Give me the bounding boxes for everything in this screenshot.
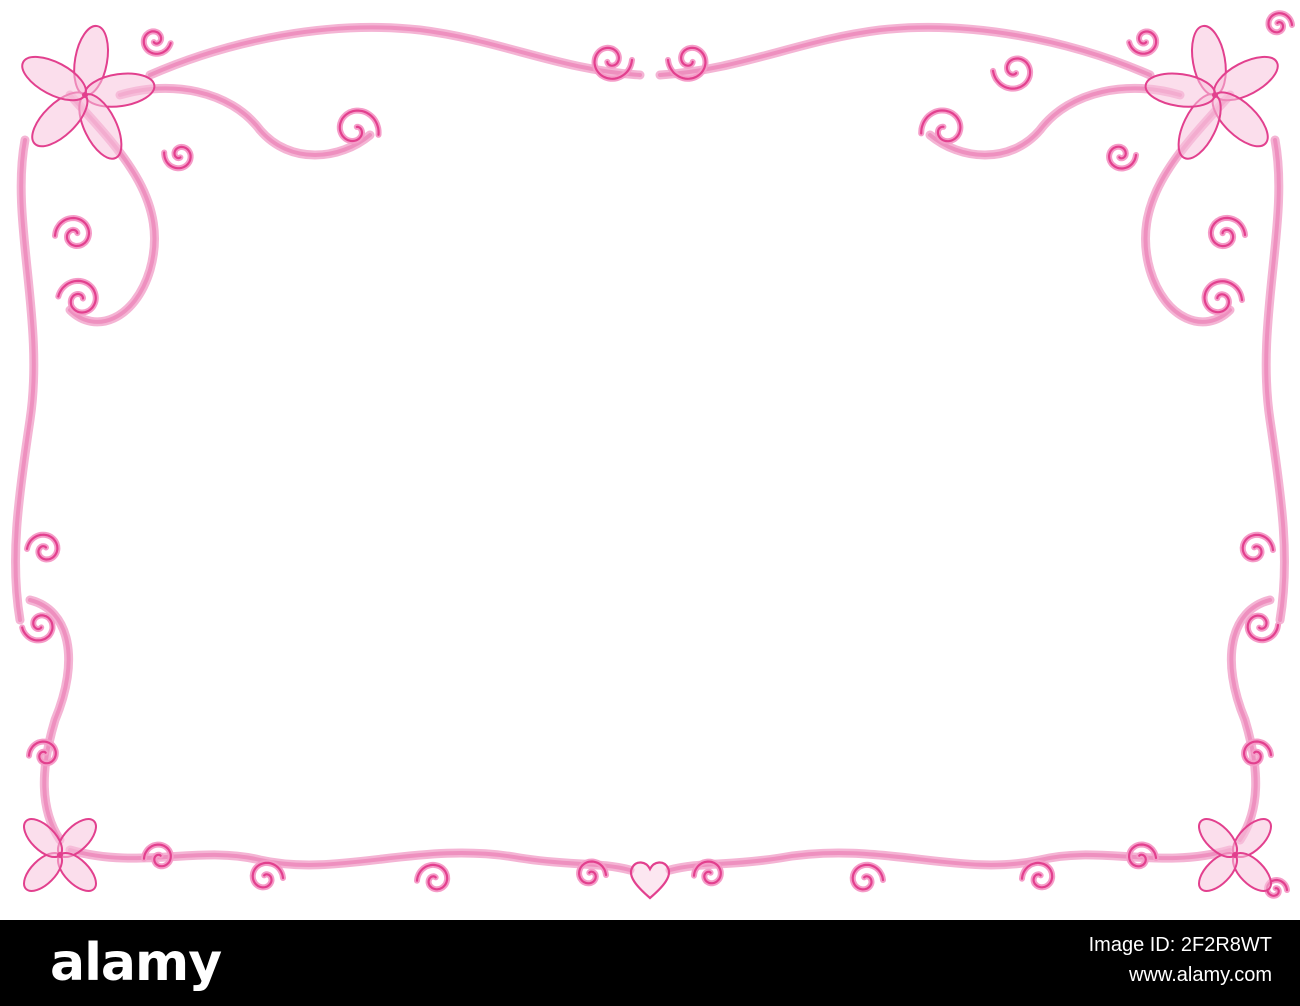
flower-center xyxy=(1232,852,1238,858)
heart-shape xyxy=(629,861,671,900)
flower-center xyxy=(1212,92,1218,98)
heart-icon xyxy=(629,861,671,900)
ribbon-line xyxy=(928,86,1182,157)
flower-center xyxy=(57,852,63,858)
footer-info: Image ID: 2F2R8WT www.alamy.com xyxy=(1089,932,1272,988)
ribbon-band xyxy=(655,22,1155,80)
decorative-frame xyxy=(10,10,1295,900)
swirl-curls xyxy=(19,10,1295,899)
flower-icon xyxy=(21,24,156,160)
alamy-logo: alamy xyxy=(50,933,222,993)
ribbon-band xyxy=(145,22,645,80)
ribbon-line xyxy=(118,86,372,157)
ribbon-band xyxy=(115,83,375,160)
flower-ornaments xyxy=(21,24,1279,892)
ribbon-lines xyxy=(10,22,1290,875)
image-id-text: Image ID: 2F2R8WT xyxy=(1088,934,1272,956)
ribbon-band xyxy=(925,83,1185,160)
flower-center xyxy=(82,92,88,98)
watermark-footer: alamy Image ID: 2F2R8WT www.alamy.com xyxy=(0,920,1300,1006)
footer-url-text: www.alamy.com xyxy=(1129,964,1272,986)
flower-icon xyxy=(1144,24,1279,160)
